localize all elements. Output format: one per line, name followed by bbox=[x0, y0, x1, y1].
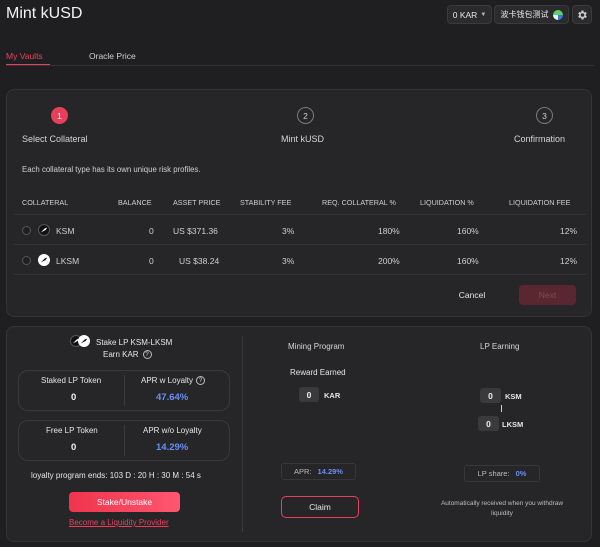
column-header-liquidation-fee: LIQUIDATION FEE bbox=[509, 198, 571, 207]
step-1-label: Select Collateral bbox=[22, 134, 88, 144]
reward-unit: KAR bbox=[324, 391, 341, 400]
lp-earning-title: LP Earning bbox=[480, 342, 520, 351]
lp-token-connector bbox=[501, 405, 502, 412]
reward-earned-label: Reward Earned bbox=[290, 368, 346, 377]
become-liquidity-provider-link[interactable]: Become a Liquidity Provider bbox=[69, 518, 169, 527]
lp-share-label: LP share: bbox=[477, 469, 510, 478]
box-divider bbox=[124, 375, 125, 406]
help-icon[interactable]: ? bbox=[196, 376, 206, 385]
earn-reward-line: Earn KAR ? bbox=[103, 350, 152, 359]
wallet-avatar-icon bbox=[552, 9, 563, 20]
panel-divider bbox=[242, 336, 243, 532]
page-title: Mint kUSD bbox=[6, 5, 83, 22]
apr-no-loyalty-label: APR w/o Loyalty bbox=[143, 426, 202, 435]
staked-lp-value: 0 bbox=[71, 392, 77, 403]
kar-balance-dropdown[interactable]: 0 KAR ▼ bbox=[447, 5, 492, 24]
balance-ksm: 0 bbox=[149, 226, 154, 236]
column-header-liquidation: LIQUIDATION % bbox=[420, 198, 474, 207]
kar-balance-value: 0 KAR bbox=[452, 9, 478, 20]
staked-lp-label: Staked LP Token bbox=[41, 376, 102, 385]
collateral-description: Each collateral type has its own unique … bbox=[22, 165, 201, 174]
free-lp-value: 0 bbox=[71, 442, 77, 453]
stake-unstake-button[interactable]: Stake/Unstake bbox=[69, 492, 180, 512]
gear-icon bbox=[578, 10, 587, 19]
collateral-radio-ksm[interactable] bbox=[22, 226, 31, 235]
stability-fee-ksm: 3% bbox=[282, 226, 295, 236]
box-divider bbox=[124, 425, 125, 456]
liquidation-fee-ksm: 12% bbox=[560, 226, 578, 236]
reward-earned-value: 0 bbox=[299, 387, 319, 402]
tab-my-vaults[interactable]: My Vaults bbox=[6, 51, 43, 61]
mining-apr-box: APR: 14.29% bbox=[281, 463, 356, 480]
apr-loyalty-label: APR w Loyalty bbox=[141, 376, 194, 385]
claim-button[interactable]: Claim bbox=[281, 496, 359, 518]
collateral-radio-lksm[interactable] bbox=[22, 256, 31, 265]
step-2-label: Mint kUSD bbox=[281, 134, 325, 144]
collateral-token-ksm: KSM bbox=[56, 226, 75, 236]
mining-apr-value: 14.29% bbox=[317, 467, 343, 476]
asset-price-lksm: US $38.24 bbox=[179, 256, 220, 266]
table-divider bbox=[14, 274, 586, 275]
mining-apr-label: APR: bbox=[294, 467, 312, 476]
stake-pool-title: Stake LP KSM-LKSM bbox=[96, 338, 173, 347]
step-2-indicator: 2 bbox=[297, 107, 314, 124]
earn-label: Earn KAR bbox=[103, 350, 139, 359]
liquidation-ksm: 160% bbox=[457, 226, 479, 236]
lp-lksm-value: 0 bbox=[478, 416, 499, 431]
wallet-name: 波卡钱包测试 bbox=[500, 10, 549, 19]
asset-price-ksm: US $371.36 bbox=[173, 226, 218, 236]
apr-no-loyalty-value: 14.29% bbox=[156, 442, 189, 453]
lksm-token-icon bbox=[38, 254, 50, 266]
liquidation-fee-lksm: 12% bbox=[560, 256, 578, 266]
lp-ksm-unit: KSM bbox=[505, 392, 522, 401]
tab-oracle-price[interactable]: Oracle Price bbox=[89, 51, 136, 61]
stability-fee-lksm: 3% bbox=[282, 256, 295, 266]
column-header-balance: BALANCE bbox=[118, 198, 152, 207]
column-header-req-collateral: REQ. COLLATERAL % bbox=[322, 198, 396, 207]
chevron-down-icon: ▼ bbox=[480, 11, 487, 18]
step-3-label: Confirmation bbox=[514, 134, 566, 144]
liquidation-lksm: 160% bbox=[457, 256, 479, 266]
column-header-asset-price: ASSET PRICE bbox=[173, 198, 221, 207]
settings-button[interactable] bbox=[572, 5, 592, 24]
step-1-indicator: 1 bbox=[51, 107, 68, 124]
cancel-button[interactable]: Cancel bbox=[450, 285, 494, 305]
create-vault-panel bbox=[6, 89, 592, 317]
ksm-lksm-pair-icon bbox=[70, 334, 92, 348]
free-lp-label: Free LP Token bbox=[46, 426, 98, 435]
wallet-account-button[interactable]: 波卡钱包测试 bbox=[494, 5, 569, 24]
lp-earning-note: Automatically received when you withdraw… bbox=[440, 500, 564, 517]
help-icon[interactable]: ? bbox=[142, 350, 152, 359]
req-collateral-ksm: 180% bbox=[378, 226, 400, 236]
apr-loyalty-header: APR w Loyalty ? bbox=[141, 376, 206, 385]
lp-share-value: 0% bbox=[515, 469, 527, 478]
ksm-token-icon bbox=[38, 224, 50, 236]
loyalty-countdown: loyalty program ends: 103 D : 20 H : 30 … bbox=[31, 471, 201, 480]
mining-program-title: Mining Program bbox=[288, 342, 345, 351]
next-button[interactable]: Next bbox=[519, 285, 576, 305]
table-divider bbox=[14, 214, 586, 215]
balance-lksm: 0 bbox=[149, 256, 154, 266]
req-collateral-lksm: 200% bbox=[378, 256, 400, 266]
collateral-token-lksm: LKSM bbox=[56, 256, 80, 266]
column-header-stability-fee: STABILITY FEE bbox=[240, 198, 292, 207]
lp-lksm-unit: LKSM bbox=[502, 420, 524, 429]
lp-ksm-value: 0 bbox=[480, 388, 501, 403]
tabs-divider bbox=[6, 65, 594, 66]
apr-loyalty-value: 47.64% bbox=[156, 392, 189, 403]
lp-share-box: LP share: 0% bbox=[464, 465, 540, 482]
step-3-indicator: 3 bbox=[536, 107, 553, 124]
table-divider bbox=[14, 244, 586, 245]
column-header-collateral: COLLATERAL bbox=[22, 198, 69, 207]
